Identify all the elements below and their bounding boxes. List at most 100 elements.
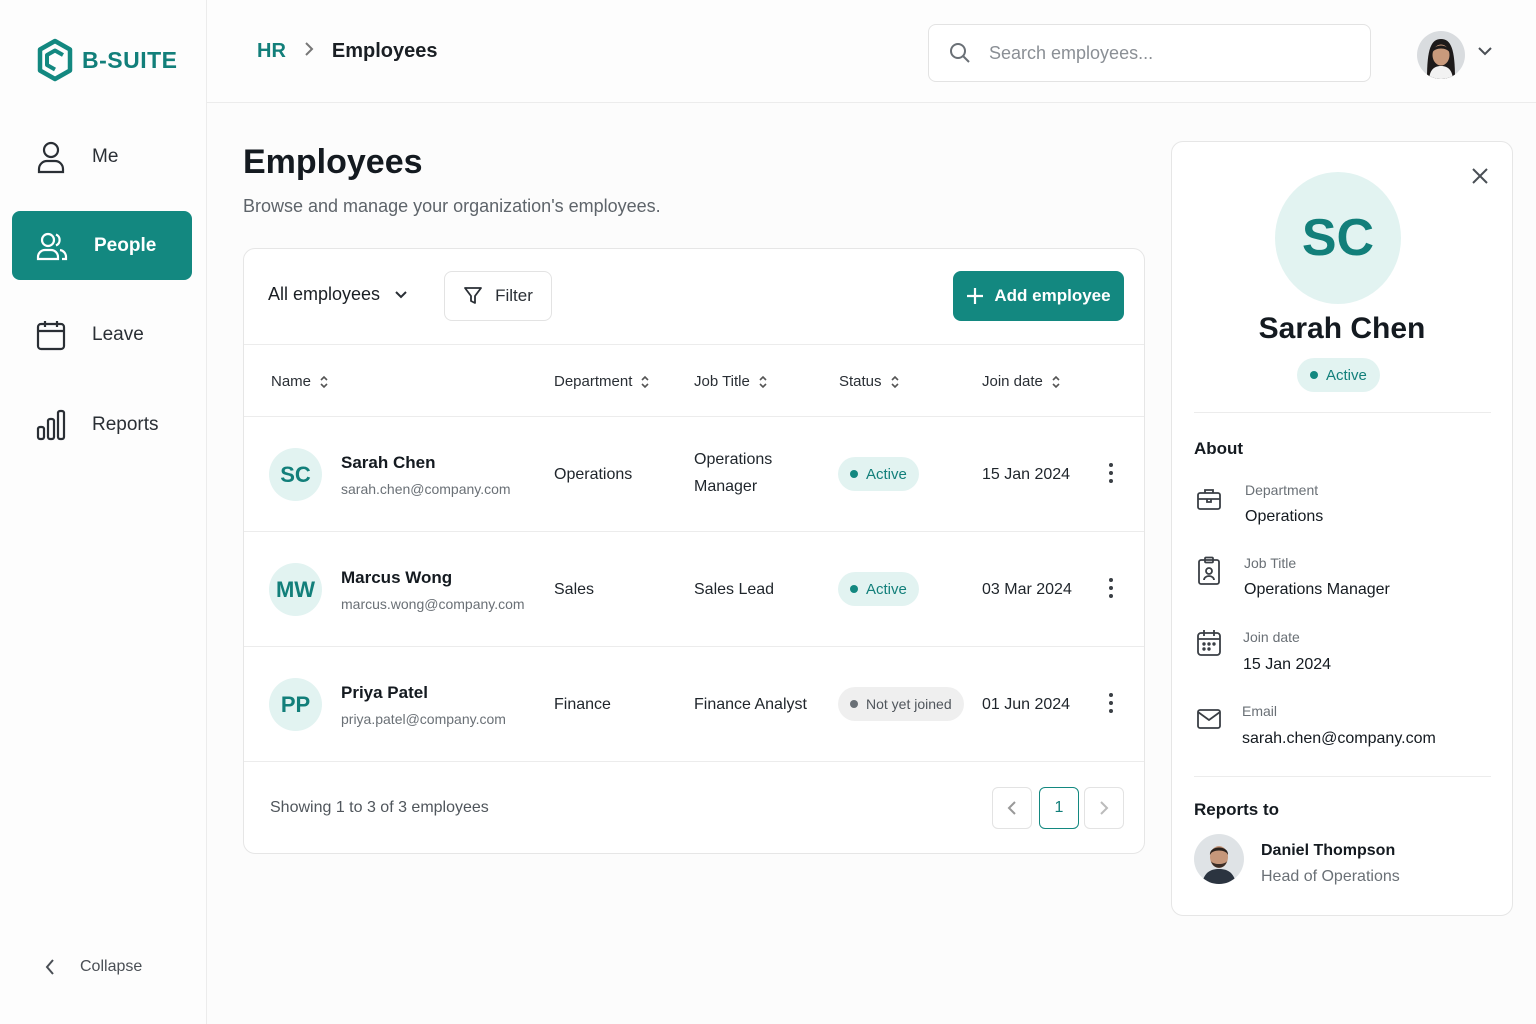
topbar: HR Employees <box>207 0 1536 103</box>
more-options-icon[interactable] <box>1107 462 1115 484</box>
calendar-icon <box>1197 630 1221 656</box>
status-badge: Active <box>838 457 919 491</box>
manager-avatar[interactable] <box>1194 834 1244 884</box>
user-avatar[interactable] <box>1417 31 1465 79</box>
reports-to-heading: Reports to <box>1194 800 1279 819</box>
employee-job-title-line1: Operations <box>694 451 773 468</box>
view-select[interactable]: All employees <box>268 284 408 305</box>
detail-department-value: Operations <box>1245 508 1324 525</box>
detail-initials-avatar: SC <box>1275 172 1401 304</box>
sidebar-item-reports[interactable]: Reports <box>12 390 192 459</box>
detail-status-badge: Active <box>1297 358 1380 392</box>
breadcrumb-current: Employees <box>331 40 438 62</box>
chevron-down-icon[interactable] <box>1477 45 1493 57</box>
user-photo-icon <box>1417 31 1465 79</box>
table-row[interactable]: PP Priya Patel priya.patel@company.com F… <box>244 647 1144 762</box>
table-toolbar: All employees Filter Add employee <box>244 249 1144 345</box>
brand-name: B-SUITE <box>82 46 178 73</box>
column-label: Department <box>554 373 633 390</box>
column-label: Name <box>271 373 312 390</box>
detail-name: Sarah Chen <box>1258 312 1426 345</box>
pagination-summary: Showing 1 to 3 of 3 employees <box>270 799 489 816</box>
calendar-icon <box>36 320 66 350</box>
employee-department: Operations <box>554 466 633 483</box>
chevron-left-icon <box>45 959 54 975</box>
table-row[interactable]: SC Sarah Chen sarah.chen@company.com Ope… <box>244 417 1144 532</box>
chevron-right-icon <box>1100 801 1109 815</box>
more-options-icon[interactable] <box>1107 692 1115 714</box>
collapse-button[interactable]: Collapse <box>44 958 142 976</box>
employees-card: All employees Filter Add employee Name D… <box>243 248 1145 854</box>
hexagon-logo-icon <box>37 38 73 82</box>
sidebar-item-people[interactable]: People <box>12 211 192 280</box>
about-heading: About <box>1194 439 1244 458</box>
detail-email-value[interactable]: sarah.chen@company.com <box>1242 730 1436 748</box>
employee-email: marcus.wong@company.com <box>341 596 525 612</box>
search-input[interactable] <box>989 42 1349 64</box>
employee-name[interactable]: Marcus Wong <box>341 568 452 588</box>
detail-department-label: Department <box>1245 482 1319 498</box>
divider <box>1194 412 1491 413</box>
detail-email-label: Email <box>1242 703 1278 719</box>
sort-icon <box>1052 375 1060 388</box>
employee-email: priya.patel@company.com <box>341 711 506 727</box>
sidebar-item-me[interactable]: Me <box>12 122 192 191</box>
employee-join-date: 03 Mar 2024 <box>982 581 1072 598</box>
status-badge: Not yet joined <box>838 687 964 721</box>
page-number-button[interactable]: 1 <box>1039 787 1079 829</box>
column-header-status[interactable]: Status <box>839 373 900 390</box>
manager-name[interactable]: Daniel Thompson <box>1261 842 1395 860</box>
next-page-button[interactable] <box>1084 787 1124 829</box>
user-icon <box>37 141 65 173</box>
chevron-right-icon <box>304 41 314 62</box>
detail-job-title-label: Job Title <box>1244 555 1297 571</box>
employee-job-title-line1: Sales Lead <box>694 581 775 598</box>
column-header-job-title[interactable]: Job Title <box>694 373 768 390</box>
search-box[interactable] <box>928 24 1371 82</box>
sort-icon <box>320 375 328 388</box>
employee-detail-panel: SC Sarah Chen Active About Department Op… <box>1171 141 1513 916</box>
page-title: Employees <box>243 143 423 181</box>
employee-job-title-line1: Finance Analyst <box>694 696 807 713</box>
status-dot <box>850 585 858 593</box>
add-employee-label: Add employee <box>994 286 1111 305</box>
view-select-label: All employees <box>268 284 381 304</box>
employee-department: Finance <box>554 696 611 713</box>
employee-join-date: 01 Jun 2024 <box>982 696 1071 713</box>
column-label: Job Title <box>694 373 750 390</box>
bar-chart-icon <box>36 409 66 440</box>
status-dot <box>1310 371 1318 379</box>
employee-initials-avatar: PP <box>269 678 322 731</box>
id-badge-icon <box>1198 556 1220 585</box>
chevron-down-icon <box>395 290 407 298</box>
sidebar-item-label: Me <box>92 145 119 167</box>
status-label: Active <box>1326 366 1367 384</box>
users-icon <box>36 232 68 260</box>
brand-logo[interactable]: B-SUITE <box>36 38 178 82</box>
table-header: Name Department Job Title Status Join da… <box>244 345 1144 417</box>
filter-button[interactable]: Filter <box>444 271 552 321</box>
column-header-name[interactable]: Name <box>271 373 329 390</box>
column-header-department[interactable]: Department <box>554 373 650 390</box>
detail-join-date-label: Join date <box>1243 629 1300 645</box>
previous-page-button[interactable] <box>992 787 1032 829</box>
filter-label: Filter <box>495 286 533 305</box>
add-employee-button[interactable]: Add employee <box>953 271 1124 321</box>
employee-name[interactable]: Sarah Chen <box>341 453 435 473</box>
chevron-left-icon <box>1007 801 1016 815</box>
column-label: Status <box>839 373 882 390</box>
close-icon[interactable] <box>1470 166 1490 186</box>
column-header-join-date[interactable]: Join date <box>982 373 1061 390</box>
employee-name[interactable]: Priya Patel <box>341 683 428 703</box>
employee-initials-avatar: SC <box>269 448 322 501</box>
sidebar-item-leave[interactable]: Leave <box>12 300 192 369</box>
breadcrumb-hr-link[interactable]: HR <box>257 40 286 63</box>
table-row[interactable]: MW Marcus Wong marcus.wong@company.com S… <box>244 532 1144 647</box>
employee-department: Sales <box>554 581 595 598</box>
detail-join-date-value: 15 Jan 2024 <box>1243 656 1332 673</box>
status-label: Active <box>866 465 907 483</box>
manager-photo-icon <box>1194 834 1244 884</box>
column-label: Join date <box>982 373 1043 390</box>
detail-job-title-value: Operations Manager <box>1244 581 1390 598</box>
more-options-icon[interactable] <box>1107 577 1115 599</box>
